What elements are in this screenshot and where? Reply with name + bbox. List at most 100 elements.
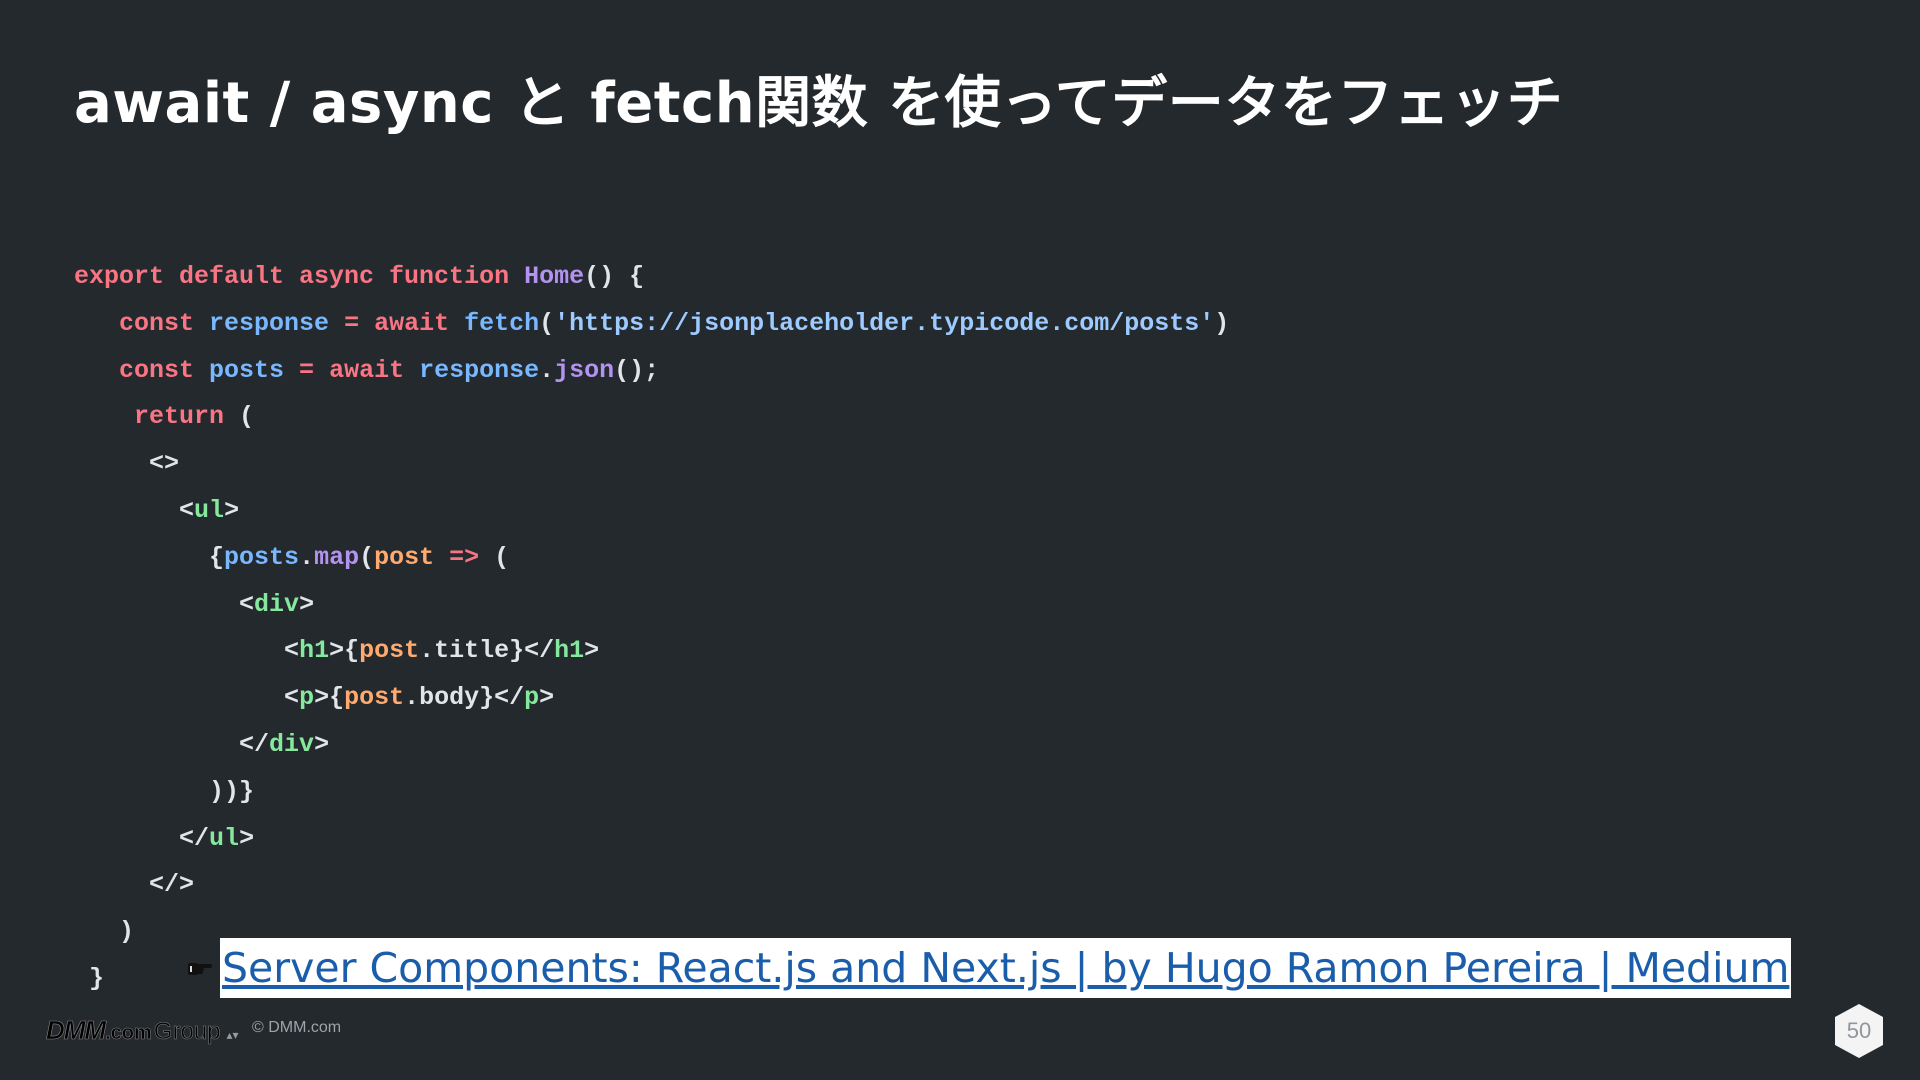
code-line: <h1>{post.title}</h1>: [74, 628, 1229, 675]
slide: await / async と fetch関数 を使ってデータをフェッチ exp…: [0, 0, 1920, 1080]
code-token: ))}: [209, 776, 255, 806]
code-token: posts: [224, 542, 300, 572]
code-token: await: [329, 355, 420, 385]
logo-group-text: Group: [153, 1018, 221, 1046]
code-token: >: [539, 683, 555, 713]
code-token: <>: [149, 449, 180, 479]
code-token: export default async function: [74, 262, 525, 291]
code-token: fetch: [464, 308, 540, 338]
code-token: =: [329, 308, 375, 338]
code-token: response: [209, 308, 330, 338]
reference-link-box: Server Components: React.js and Next.js …: [220, 938, 1792, 998]
code-token: h1: [554, 636, 585, 666]
code-token: >: [224, 495, 240, 525]
code-token: div: [269, 729, 315, 759]
page-number: 50: [1846, 1018, 1872, 1043]
code-token: <: [284, 636, 300, 666]
code-token: (: [359, 542, 375, 572]
code-line: </>: [74, 862, 1229, 909]
code-line: </div>: [74, 722, 1229, 769]
code-token: post: [359, 636, 420, 666]
slide-title: await / async と fetch関数 を使ってデータをフェッチ: [74, 71, 1564, 136]
code-token: post: [374, 542, 435, 572]
code-token: >: [239, 823, 255, 853]
code-token: >: [314, 729, 330, 759]
code-token: map: [314, 542, 360, 572]
code-token: post: [344, 683, 405, 713]
code-token: p: [524, 683, 540, 713]
dmm-group-logo: DMM .com Group ▴▾: [46, 1015, 239, 1046]
code-line: ))}: [74, 769, 1229, 816]
code-token: (: [539, 308, 555, 338]
code-token: .: [299, 542, 315, 572]
code-token: >{: [329, 636, 360, 666]
copyright-text: © DMM.com: [252, 1019, 342, 1036]
code-line: return (: [74, 394, 1229, 441]
code-token: const: [119, 308, 210, 338]
code-token: return: [134, 402, 225, 432]
code-token: {: [209, 542, 225, 572]
code-line: </ul>: [74, 816, 1229, 863]
code-line: const response = await fetch('https://js…: [74, 301, 1229, 348]
code-token: >: [299, 589, 315, 619]
code-token: .title}</: [419, 636, 555, 666]
code-token: ): [1214, 308, 1230, 338]
code-token: 'https://jsonplaceholder.typicode.com/po…: [554, 308, 1215, 338]
code-token: const: [119, 355, 210, 385]
code-token: (: [494, 542, 510, 572]
code-token: div: [254, 589, 300, 619]
code-token: </: [239, 729, 270, 759]
code-token: (: [224, 402, 255, 432]
code-token: <: [179, 495, 195, 525]
code-token: ul: [194, 495, 225, 525]
logo-dmm-text: DMM: [46, 1015, 107, 1046]
code-token: }: [89, 963, 105, 993]
code-token: </: [179, 823, 210, 853]
code-token: () {: [584, 262, 645, 291]
code-line: <p>{post.body}</p>: [74, 675, 1229, 722]
pointing-hand-icon: [186, 956, 216, 980]
code-token: await: [374, 308, 465, 338]
code-token: >{: [314, 683, 345, 713]
page-number-badge: 50: [1832, 1002, 1886, 1060]
logo-arrow-icon: ▴▾: [226, 1028, 239, 1042]
code-token: .body}</: [404, 683, 525, 713]
code-line: <div>: [74, 582, 1229, 629]
code-token: ();: [614, 355, 660, 385]
code-token: p: [299, 683, 315, 713]
reference-link-row: Server Components: React.js and Next.js …: [186, 938, 1792, 998]
code-token: h1: [299, 636, 330, 666]
code-token: posts: [209, 355, 285, 385]
reference-link[interactable]: Server Components: React.js and Next.js …: [222, 944, 1789, 992]
code-token: ): [119, 917, 135, 947]
code-block: export default async function Home() { c…: [74, 254, 1229, 1003]
code-token: ul: [209, 823, 240, 853]
code-token: json: [554, 355, 615, 385]
code-line: export default async function Home() {: [74, 254, 1229, 301]
code-line: const posts = await response.json();: [74, 348, 1229, 395]
code-line: {posts.map(post => (: [74, 535, 1229, 582]
code-token: =>: [434, 542, 495, 572]
code-token: </>: [149, 870, 195, 900]
code-token: Home: [524, 262, 585, 291]
code-token: =: [284, 355, 330, 385]
code-token: >: [584, 636, 600, 666]
code-token: <: [239, 589, 255, 619]
code-token: response: [419, 355, 540, 385]
code-token: .: [539, 355, 555, 385]
